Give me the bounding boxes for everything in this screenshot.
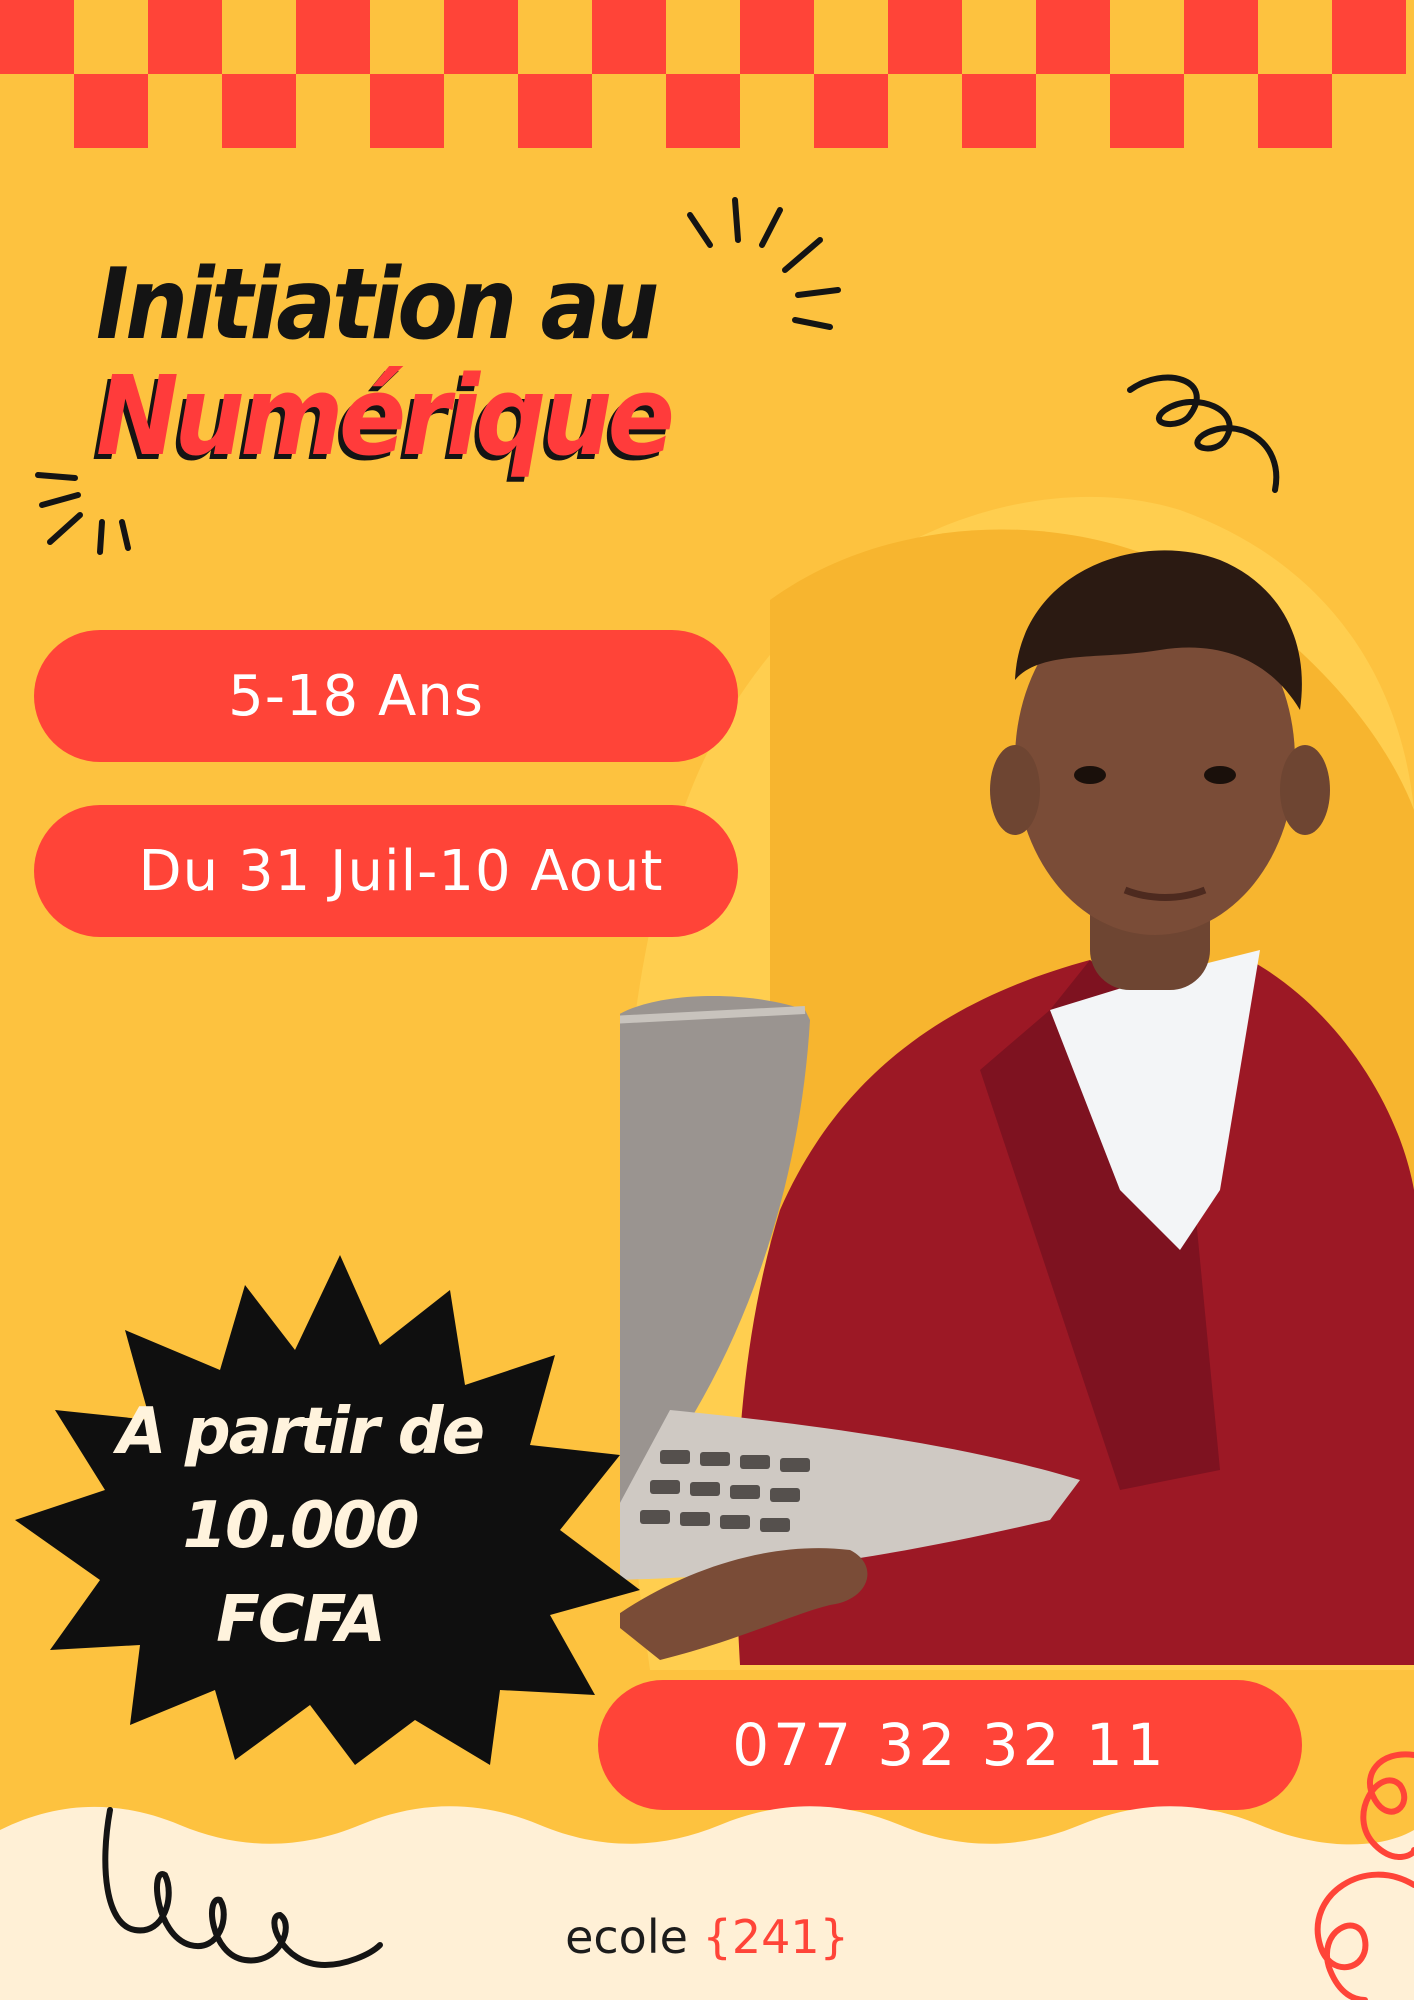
brand-code: {241}	[702, 1910, 849, 1964]
squiggle-icon	[1127, 374, 1280, 493]
date-range-badge: Du 31 Juil-10 Aout	[34, 805, 738, 937]
price-line-2: 10.000	[182, 1489, 420, 1563]
price-text: A partir de 10.000 FCFA	[60, 1385, 540, 1667]
brand-name: ecole	[565, 1910, 688, 1964]
age-range-badge: 5-18 Ans	[34, 630, 738, 762]
brand-footer: ecole {241}	[0, 1910, 1414, 1964]
page-title: Initiation au Numérique	[96, 250, 856, 472]
flyer: Initiation au Numérique 5-18 Ans Du 31 J…	[0, 0, 1414, 2000]
price-line-3: FCFA	[216, 1583, 386, 1657]
title-line-1: Initiation au	[96, 248, 659, 362]
checkerboard-band	[0, 0, 1414, 148]
price-line-1: A partir de	[117, 1395, 485, 1469]
title-line-2: Numérique	[96, 352, 675, 480]
